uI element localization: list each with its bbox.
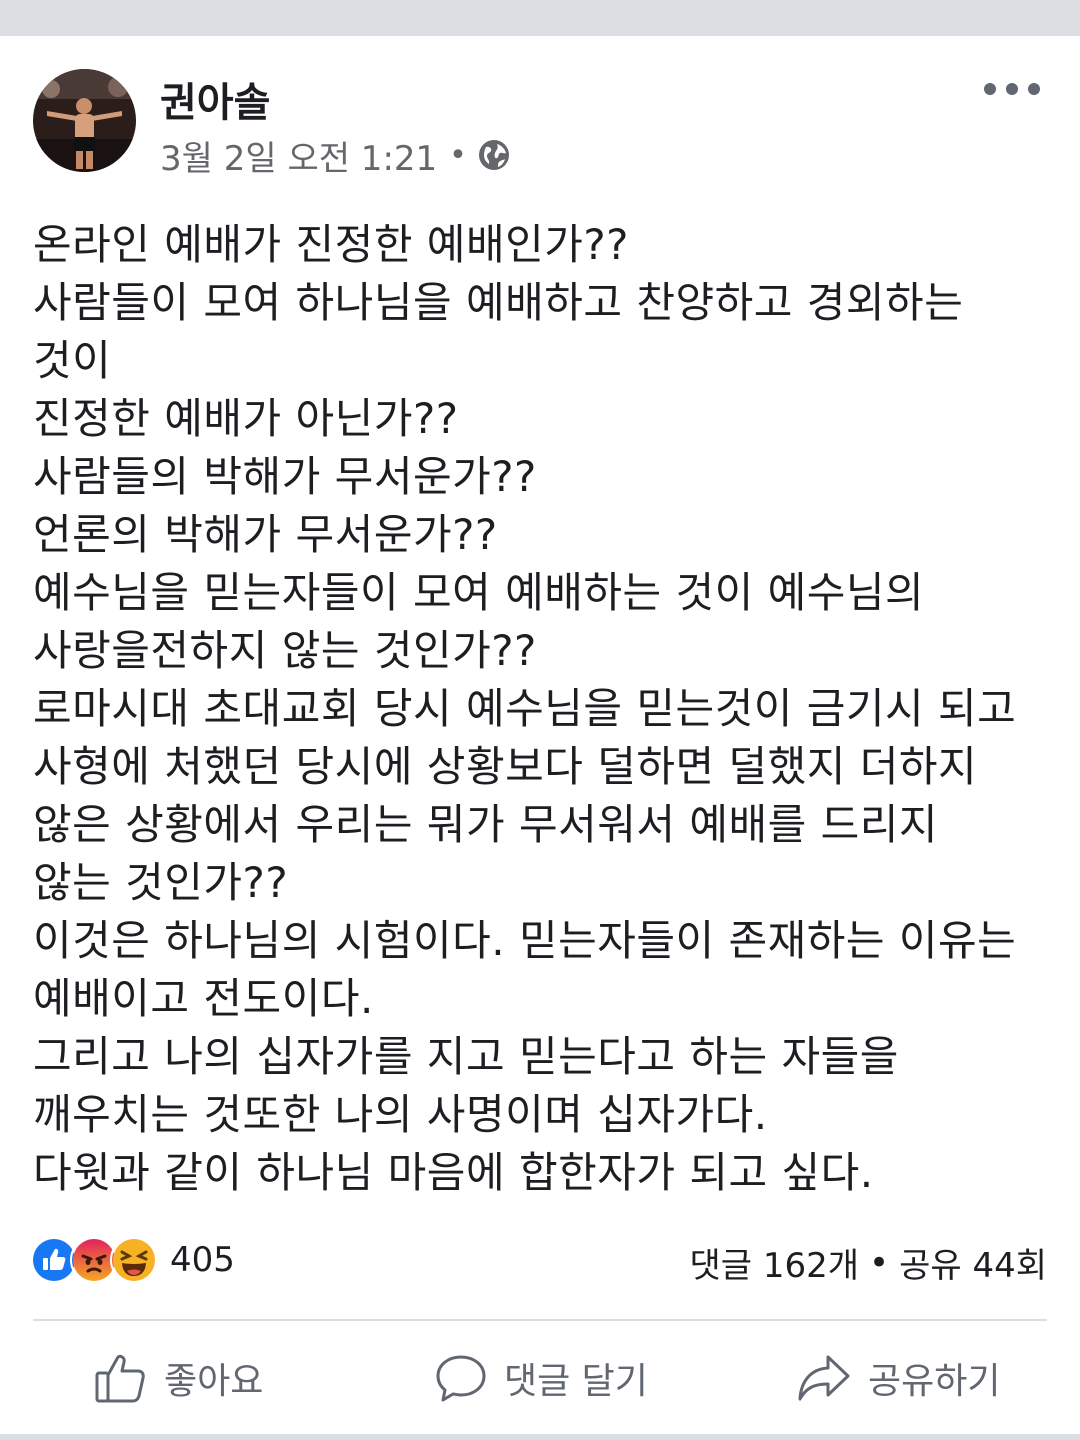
reaction-count: 405 [170,1240,235,1280]
share-button[interactable]: 공유하기 [796,1342,1000,1414]
post-line: 이것은 하나님의 시험이다. 믿는자들이 존재하는 이유는 [33,916,1017,965]
post-line: 다윗과 같이 하나님 마음에 합한자가 되고 싶다. [33,1148,874,1197]
post-line: 사람들이 모여 하나님을 예배하고 찬양하고 경외하는 [33,278,964,327]
post-line: 진정한 예배가 아닌가?? [33,394,459,443]
post-line: 사랑을전하지 않는 것인가?? [33,626,537,675]
post-card: 권아솔 3월 2일 오전 1:21 • 온라인 예배가 진정한 예배인가?? 사… [0,36,1080,1434]
engagement-stats: 댓글 162개 • 공유 44회 [689,1238,1047,1287]
post-timestamp[interactable]: 3월 2일 오전 1:21 [160,131,437,180]
bottom-bar [0,1434,1080,1440]
globe-icon [477,138,511,172]
post-line: 언론의 박해가 무서운가?? [33,510,498,559]
avatar[interactable] [33,69,136,172]
more-dot-icon [1006,83,1018,95]
stats-separator: • [869,1242,890,1283]
comment-label: 댓글 달기 [504,1361,648,1402]
share-label: 공유하기 [868,1361,1001,1402]
post-line: 것이 [33,336,112,385]
thumbs-up-icon [95,1354,145,1403]
post-line: 않는 것인가?? [33,858,289,907]
more-options-button[interactable] [984,74,1040,104]
post-body: 온라인 예배가 진정한 예배인가?? 사람들이 모여 하나님을 예배하고 찬양하… [33,216,1063,1202]
post-line: 예수님을 믿는자들이 모여 예배하는 것이 예수님의 [33,568,925,617]
meta-separator: • [449,137,467,173]
action-bar: 좋아요 댓글 달기 공유하기 [0,1342,1080,1414]
post-line: 그리고 나의 십자가를 지고 믿는다고 하는 자들을 [33,1032,899,1081]
like-label: 좋아요 [164,1361,264,1402]
like-button[interactable]: 좋아요 [94,1342,263,1414]
post-line: 사형에 처했던 당시에 상황보다 덜하면 덜했지 더하지 [33,742,978,791]
comment-bubble-icon [436,1355,486,1402]
reactions-summary[interactable]: 405 [30,1234,235,1286]
more-dot-icon [1028,83,1040,95]
haha-reaction-icon [110,1236,158,1284]
author-name[interactable]: 권아솔 [160,70,270,128]
post-line: 로마시대 초대교회 당시 예수님을 믿는것이 금기시 되고 [33,684,1017,733]
post-line: 예배이고 전도이다. [33,974,374,1023]
post-line: 않은 상황에서 우리는 뭐가 무서워서 예배를 드리지 [33,800,939,849]
post-meta: 3월 2일 오전 1:21 • [160,134,511,179]
share-arrow-icon [798,1355,850,1401]
comment-count[interactable]: 댓글 162개 [689,1238,859,1287]
post-line: 깨우치는 것또한 나의 사명이며 십자가다. [33,1090,768,1139]
top-bar [0,0,1080,36]
more-dot-icon [984,83,996,95]
divider [33,1319,1047,1321]
post-line: 온라인 예배가 진정한 예배인가?? [33,220,629,269]
post-line: 사람들의 박해가 무서운가?? [33,452,537,501]
share-count[interactable]: 공유 44회 [899,1238,1047,1287]
comment-button[interactable]: 댓글 달기 [434,1342,648,1414]
